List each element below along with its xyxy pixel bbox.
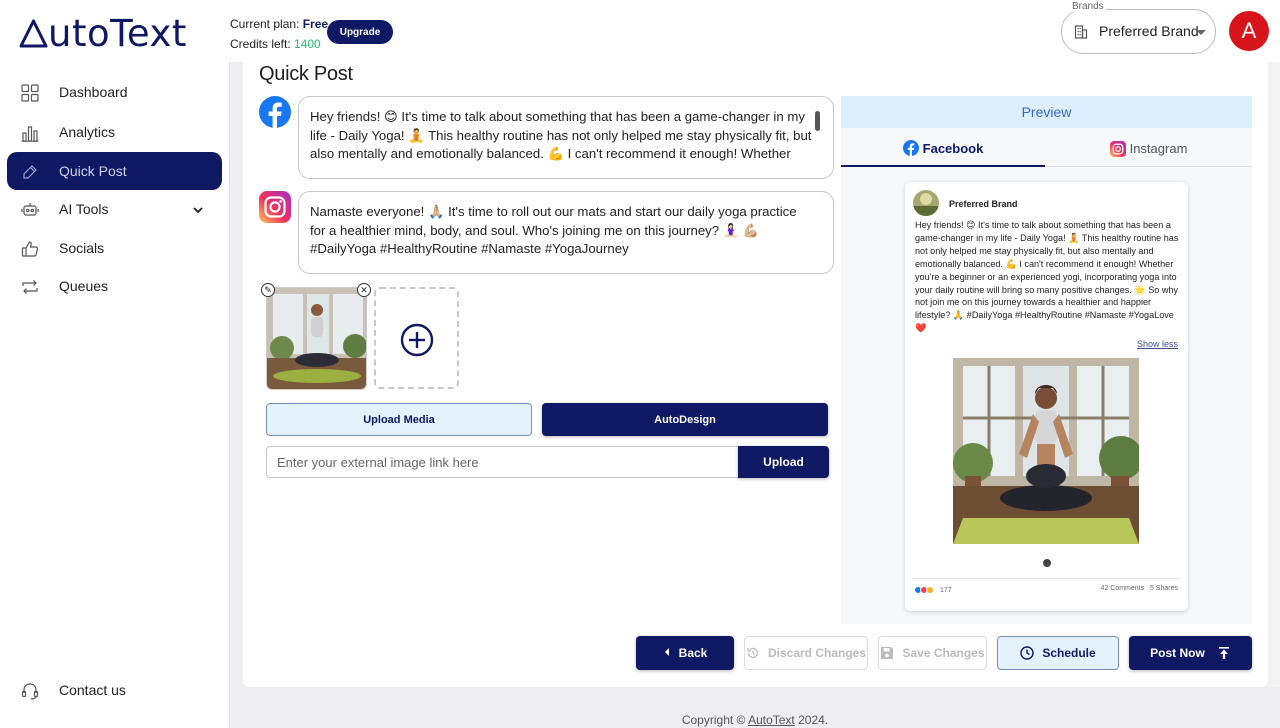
copyright-suffix: 2024. [794, 713, 829, 727]
sidebar-item-label: Socials [59, 240, 105, 256]
textarea-scrollbar[interactable] [815, 111, 820, 131]
autodesign-button[interactable]: AutoDesign [542, 403, 828, 436]
facebook-post-text: Hey friends! 😊 It's time to talk about s… [310, 109, 812, 161]
page-scrollbar[interactable] [1268, 62, 1280, 687]
tab-instagram-label: Instagram [1129, 141, 1188, 156]
tab-facebook[interactable]: Facebook [841, 131, 1045, 167]
brands-label: Brands [1070, 1, 1106, 12]
logo-text: utoText [48, 12, 187, 55]
external-image-link-input[interactable] [266, 446, 739, 478]
upload-link-button[interactable]: Upload [738, 446, 829, 478]
plan-info: Current plan: Free Credits left: 1400 [230, 14, 328, 54]
brand-avatar [913, 190, 939, 216]
remove-media-icon[interactable]: ✕ [357, 283, 371, 297]
autotext-link[interactable]: AutoText [748, 713, 795, 727]
back-label: Back [678, 646, 708, 660]
clock-icon [1020, 646, 1035, 660]
dropdown-caret-icon [1196, 30, 1206, 35]
headset-icon [21, 682, 39, 700]
top-header: utoText Current plan: Free Credits left:… [0, 0, 1280, 62]
save-label: Save Changes [902, 646, 985, 660]
plan-label: Current plan: [230, 17, 303, 31]
sidebar-item-label: Quick Post [59, 163, 127, 179]
copyright-footer: Copyright © AutoText 2024. [0, 713, 1280, 727]
engagement-stats: 42 Comments 5 Shares [1101, 585, 1178, 592]
discard-label: Discard Changes [767, 646, 867, 660]
add-media-tile[interactable] [374, 287, 459, 389]
sidebar-item-ai-tools[interactable]: AI Tools [7, 190, 222, 228]
facebook-preview-card: Preferred Brand Hey friends! 😊 It's time… [905, 182, 1188, 611]
sidebar-item-dashboard[interactable]: Dashboard [7, 73, 222, 111]
sidebar-item-label: Contact us [59, 682, 126, 698]
thumbs-up-icon [21, 240, 39, 258]
preview-post-image [953, 358, 1139, 544]
comments-count: 42 Comments [1100, 585, 1145, 592]
copyright-prefix: Copyright © [681, 713, 749, 727]
sidebar-item-label: Queues [59, 278, 109, 294]
divider [913, 578, 1180, 579]
sidebar-item-label: Dashboard [59, 84, 128, 100]
plan-value: Free [302, 17, 329, 31]
edit-icon [21, 163, 39, 181]
logo-a-icon [19, 14, 48, 48]
facebook-icon [259, 96, 291, 128]
haha-reaction-icon [926, 586, 934, 594]
instagram-post-textarea[interactable]: Namaste everyone! 🙏🏼 It's time to roll o… [298, 191, 834, 274]
autotext-logo[interactable]: utoText [19, 12, 187, 55]
reactions-summary: 177 [914, 585, 952, 595]
robot-icon [21, 201, 39, 219]
save-changes-button[interactable]: Save Changes [878, 636, 987, 670]
carousel-indicator[interactable] [1043, 559, 1051, 567]
brand-selector[interactable]: Preferred Brand [1061, 9, 1216, 54]
schedule-label: Schedule [1042, 646, 1096, 660]
post-now-label: Post Now [1150, 646, 1205, 660]
sidebar-item-analytics[interactable]: Analytics [7, 113, 222, 151]
bar-chart-icon [21, 124, 39, 142]
schedule-button[interactable]: Schedule [997, 636, 1119, 670]
shares-count: 5 Shares [1149, 585, 1178, 592]
preview-post-text: Hey friends! 😊 It's time to talk about s… [915, 220, 1179, 334]
sidebar-item-quick-post[interactable]: Quick Post [7, 152, 222, 190]
discard-changes-button[interactable]: Discard Changes [744, 636, 868, 670]
upgrade-button[interactable]: Upgrade [327, 20, 393, 44]
chevron-down-icon[interactable] [192, 203, 204, 215]
tab-facebook-label: Facebook [922, 140, 984, 156]
preview-brand-name: Preferred Brand [949, 199, 1018, 209]
grid-icon [21, 84, 39, 102]
repeat-icon [21, 278, 39, 296]
save-icon [880, 646, 894, 660]
page-title: Quick Post [259, 63, 353, 85]
upload-media-button[interactable]: Upload Media [266, 403, 532, 436]
edit-media-icon[interactable]: ✎ [261, 283, 275, 297]
user-avatar[interactable]: A [1229, 11, 1269, 51]
plus-circle-icon [400, 323, 434, 357]
brand-selected-value: Preferred Brand [1099, 23, 1199, 39]
reaction-count: 177 [940, 586, 952, 594]
sidebar-item-socials[interactable]: Socials [7, 229, 222, 267]
sidebar-item-label: Analytics [59, 124, 116, 140]
chevron-left-icon [663, 646, 671, 660]
building-icon [1074, 25, 1088, 39]
preview-header: Preview [841, 96, 1252, 128]
publish-icon [1217, 646, 1231, 660]
back-button[interactable]: Back [636, 636, 734, 670]
media-thumbnail[interactable] [266, 287, 367, 390]
sidebar-item-label: AI Tools [59, 201, 109, 217]
instagram-post-text: Namaste everyone! 🙏🏼 It's time to roll o… [310, 204, 797, 256]
facebook-post-textarea[interactable]: Hey friends! 😊 It's time to talk about s… [298, 96, 834, 179]
facebook-icon [902, 140, 919, 156]
credits-value: 1400 [294, 37, 321, 51]
sidebar-item-contact-us[interactable]: Contact us [7, 671, 222, 709]
credits-label: Credits left: [230, 37, 295, 51]
instagram-icon [1109, 140, 1126, 157]
sidebar-item-queues[interactable]: Queues [7, 267, 222, 305]
history-icon [746, 646, 760, 660]
post-now-button[interactable]: Post Now [1129, 636, 1252, 670]
tab-instagram[interactable]: Instagram [1045, 131, 1252, 167]
instagram-icon [259, 191, 291, 223]
show-less-link[interactable]: Show less [1137, 339, 1178, 349]
